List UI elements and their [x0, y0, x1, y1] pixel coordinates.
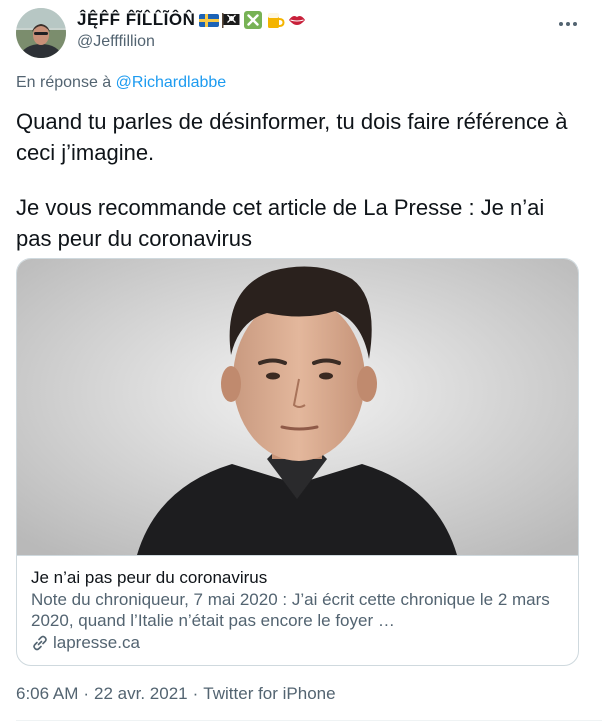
- tweet-paragraph-2: Je vous recommande cet article de La Pre…: [16, 195, 545, 251]
- reply-context: En réponse à @Richardlabbe: [16, 74, 226, 92]
- reply-context-prefix: En réponse à: [16, 74, 112, 91]
- meta-separator: ·: [83, 684, 90, 703]
- link-preview-card[interactable]: Je n’ai pas peur du coronavirus Note du …: [16, 258, 579, 666]
- tweet-date[interactable]: 22 avr. 2021: [94, 684, 188, 704]
- tweet-detail: ĴĘ̂F̂F̂ F̂ĨL̂L̂ĨÔN̂ @Jefffillion En répo…: [0, 0, 602, 726]
- lips-icon: [287, 11, 307, 29]
- more-options-button[interactable]: [556, 14, 580, 34]
- link-card-title[interactable]: Je n’ai pas peur du coronavirus: [31, 567, 566, 589]
- pirate-flag-icon: [221, 11, 241, 29]
- link-card-image[interactable]: [17, 259, 578, 555]
- reply-mention-link[interactable]: @Richardlabbe: [116, 74, 227, 91]
- link-icon: [33, 635, 47, 651]
- divider: [16, 720, 602, 721]
- link-card-body[interactable]: Je n’ai pas peur du coronavirus Note du …: [17, 555, 578, 665]
- display-name[interactable]: ĴĘ̂F̂F̂ F̂ĨL̂L̂ĨÔN̂: [77, 10, 195, 30]
- tweet-source[interactable]: Twitter for iPhone: [203, 684, 335, 704]
- link-card-domain[interactable]: lapresse.ca: [53, 632, 140, 654]
- beer-mug-icon: [265, 11, 285, 29]
- more-dots-icon: [559, 22, 577, 26]
- tweet-time[interactable]: 6:06 AM: [16, 684, 78, 704]
- tweet-text: Quand tu parles de désinformer, tu dois …: [16, 106, 576, 254]
- sweden-flag-icon: [199, 11, 220, 29]
- cross-mark-icon: [243, 11, 263, 29]
- tweet-paragraph-1: Quand tu parles de désinformer, tu dois …: [16, 109, 568, 165]
- avatar[interactable]: [16, 8, 66, 58]
- author-name-row[interactable]: ĴĘ̂F̂F̂ F̂ĨL̂L̂ĨÔN̂: [77, 8, 307, 32]
- author-handle[interactable]: @Jefffillion: [77, 33, 155, 51]
- link-card-description: Note du chroniqueur, 7 mai 2020 : J’ai é…: [31, 590, 550, 630]
- link-card-domain-row[interactable]: lapresse.ca: [31, 632, 566, 654]
- name-emoji-strip: [199, 10, 307, 30]
- tweet-meta: 6:06 AM · 22 avr. 2021 · Twitter for iPh…: [16, 684, 336, 704]
- meta-separator-2: ·: [192, 684, 199, 703]
